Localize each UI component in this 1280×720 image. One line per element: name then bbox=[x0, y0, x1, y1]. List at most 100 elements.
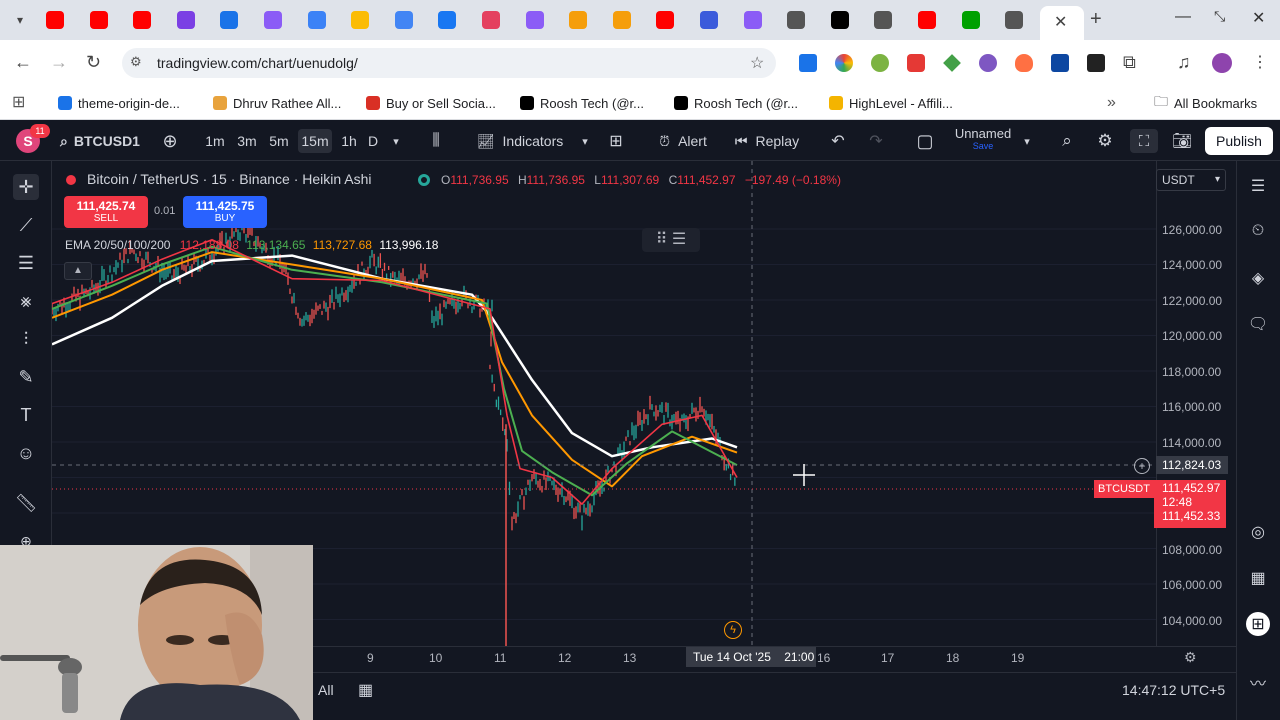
layout-dropdown-chevron-icon[interactable]: ▾ bbox=[1020, 129, 1034, 153]
time-scale-settings-icon[interactable]: ⚙ bbox=[1184, 649, 1197, 666]
layers-icon[interactable]: ◈ bbox=[1246, 266, 1270, 290]
browser-tab-favicon-icon[interactable] bbox=[656, 11, 675, 29]
range-all-button[interactable]: All bbox=[318, 682, 334, 698]
bookmark-star-icon[interactable]: ☆ bbox=[750, 53, 764, 73]
extension-icon[interactable] bbox=[1087, 54, 1105, 72]
browser-tab-favicon-icon[interactable] bbox=[612, 11, 631, 29]
text-tool-icon[interactable]: T bbox=[13, 402, 39, 428]
indicators-dropdown-chevron-icon[interactable]: ▾ bbox=[578, 129, 592, 153]
bookmark-item[interactable]: Roosh Tech (@r... bbox=[520, 93, 644, 113]
calendar-icon[interactable]: ▦ bbox=[1246, 566, 1270, 590]
extension-icon[interactable] bbox=[907, 54, 925, 72]
browser-tab-favicon-icon[interactable] bbox=[89, 11, 108, 29]
chart-title[interactable]: Bitcoin / TetherUS · 15 · Binance · Heik… bbox=[87, 171, 372, 187]
profile-avatar[interactable] bbox=[1212, 53, 1232, 73]
close-window-button[interactable]: ✕ bbox=[1252, 8, 1265, 28]
fib-retracement-icon[interactable]: ☰ bbox=[13, 250, 39, 276]
extension-icon[interactable] bbox=[1015, 54, 1033, 72]
browser-tab-favicon-icon[interactable] bbox=[220, 11, 239, 29]
all-bookmarks-folder[interactable]: 🗀 All Bookmarks bbox=[1154, 93, 1257, 113]
interval-d[interactable]: D bbox=[364, 129, 382, 153]
snapshot-camera-icon[interactable]: 📷︎ bbox=[1170, 129, 1194, 153]
currency-select[interactable]: USDT ▾ bbox=[1156, 169, 1226, 191]
emoji-icon[interactable]: ☺ bbox=[13, 440, 39, 466]
browser-tab-favicon-icon[interactable] bbox=[351, 11, 370, 29]
browser-tab-favicon-icon[interactable] bbox=[961, 11, 980, 29]
browser-tab-favicon-icon[interactable] bbox=[264, 11, 282, 29]
more-bookmarks-chevron[interactable]: » bbox=[1107, 93, 1116, 113]
bookmark-item[interactable]: Roosh Tech (@r... bbox=[674, 93, 798, 113]
site-info-icon[interactable]: ⚙ bbox=[130, 54, 142, 70]
quick-search-icon[interactable]: ⌕ bbox=[1056, 129, 1078, 153]
symbol-search[interactable]: ⌕ BTCUSD1 bbox=[60, 129, 150, 153]
close-tab-icon[interactable]: ✕ bbox=[1054, 12, 1067, 32]
apps-grid-icon[interactable]: ⊞ bbox=[1246, 612, 1270, 636]
brush-icon[interactable]: ✎ bbox=[13, 364, 39, 390]
indicators-button[interactable]: 📈︎ Indicators bbox=[472, 129, 568, 153]
fullscreen-icon[interactable]: ⛶ bbox=[1130, 129, 1158, 153]
layout-name-button[interactable]: Unnamed Save bbox=[948, 126, 1018, 156]
browser-tab-favicon-icon[interactable] bbox=[830, 11, 849, 29]
browser-tab-favicon-icon[interactable] bbox=[46, 11, 64, 29]
settings-gear-icon[interactable]: ⚙ bbox=[1094, 129, 1116, 153]
target-icon[interactable]: ◎ bbox=[1246, 520, 1270, 544]
interval-5m[interactable]: 5m bbox=[266, 129, 292, 153]
add-alert-plus-icon[interactable]: + bbox=[1134, 458, 1150, 474]
interval-15m[interactable]: 15m bbox=[298, 129, 332, 153]
back-arrow-icon[interactable]: ← bbox=[14, 52, 32, 73]
extension-icon[interactable] bbox=[871, 54, 889, 72]
replay-button[interactable]: ⏮︎ Replay bbox=[730, 129, 804, 153]
extension-icon[interactable] bbox=[979, 54, 997, 72]
browser-tab-favicon-icon[interactable] bbox=[743, 11, 762, 29]
browser-tab-favicon-icon[interactable] bbox=[438, 11, 457, 29]
layout-square-icon[interactable]: ▢ bbox=[914, 129, 936, 153]
bookmark-item[interactable]: Dhruv Rathee All... bbox=[213, 93, 341, 113]
lightning-event-icon[interactable]: ϟ bbox=[724, 621, 742, 639]
watchlist-icon[interactable]: ☰ bbox=[1246, 174, 1270, 198]
bookmark-item[interactable]: HighLevel - Affili... bbox=[829, 93, 953, 113]
bookmark-item[interactable]: Buy or Sell Socia... bbox=[366, 93, 496, 113]
candle-type-icon[interactable]: ⫼ bbox=[426, 129, 446, 153]
browser-tab-favicon-icon[interactable] bbox=[874, 11, 893, 29]
bookmark-item[interactable]: theme-origin-de... bbox=[58, 93, 180, 113]
collapse-legend-chevron-icon[interactable]: ▲ bbox=[64, 262, 92, 280]
buy-button[interactable]: 111,425.75 BUY bbox=[183, 196, 267, 228]
browser-tab-favicon-icon[interactable] bbox=[569, 11, 588, 29]
signal-feed-icon[interactable]: 〰 bbox=[1246, 670, 1270, 694]
minimize-button[interactable]: — bbox=[1175, 8, 1191, 26]
timezone-clock[interactable]: 14:47:12 UTC+5 bbox=[1122, 682, 1225, 698]
browser-tab-favicon-icon[interactable] bbox=[307, 11, 326, 29]
object-tree-menu-icon[interactable]: ⠿ ☰ bbox=[642, 228, 700, 252]
interval-3m[interactable]: 3m bbox=[234, 129, 260, 153]
interval-1m[interactable]: 1m bbox=[202, 129, 228, 153]
media-icon[interactable]: ♫ bbox=[1177, 52, 1191, 73]
pattern-icon[interactable]: ⨳ bbox=[13, 288, 39, 314]
extension-icon[interactable] bbox=[835, 54, 853, 72]
interval-1h[interactable]: 1h bbox=[338, 129, 360, 153]
apps-grid-icon[interactable]: ⊞ bbox=[12, 92, 25, 112]
publish-button[interactable]: Publish bbox=[1205, 127, 1273, 155]
browser-tab-favicon-icon[interactable] bbox=[482, 11, 500, 29]
browser-tab-favicon-icon[interactable] bbox=[1005, 11, 1024, 29]
browser-tab-favicon-icon[interactable] bbox=[525, 11, 544, 29]
tab-search-button[interactable]: ▾ bbox=[10, 10, 30, 30]
undo-icon[interactable]: ↶ bbox=[828, 129, 848, 153]
interval-dropdown-chevron-icon[interactable]: ▾ bbox=[388, 129, 404, 153]
forward-arrow-icon[interactable]: → bbox=[50, 52, 68, 73]
date-range-calendar-icon[interactable]: ▦ bbox=[358, 680, 373, 700]
new-tab-button[interactable]: + bbox=[1090, 8, 1102, 31]
download-icon[interactable] bbox=[799, 54, 817, 72]
alerts-clock-icon[interactable]: ⏲︎ bbox=[1246, 219, 1270, 243]
kebab-menu-icon[interactable]: ⋮ bbox=[1252, 52, 1268, 72]
browser-tab-favicon-icon[interactable] bbox=[787, 11, 806, 29]
redo-icon[interactable]: ↷ bbox=[866, 129, 886, 153]
restore-button[interactable]: ⤡ bbox=[1214, 8, 1225, 25]
browser-tab-favicon-icon[interactable] bbox=[394, 11, 413, 29]
trend-line-icon[interactable]: ⟋ bbox=[13, 212, 39, 238]
layouts-grid-icon[interactable]: ⊞ bbox=[604, 129, 628, 153]
alert-button[interactable]: ⏰︎ Alert bbox=[650, 129, 716, 153]
ema-legend[interactable]: EMA 20/50/100/200 112,188.08 113,134.65 … bbox=[65, 238, 438, 252]
forecasting-icon[interactable]: ⫶ bbox=[13, 326, 39, 352]
browser-tab-favicon-icon[interactable] bbox=[176, 11, 195, 29]
browser-tab-favicon-icon[interactable] bbox=[133, 11, 152, 29]
